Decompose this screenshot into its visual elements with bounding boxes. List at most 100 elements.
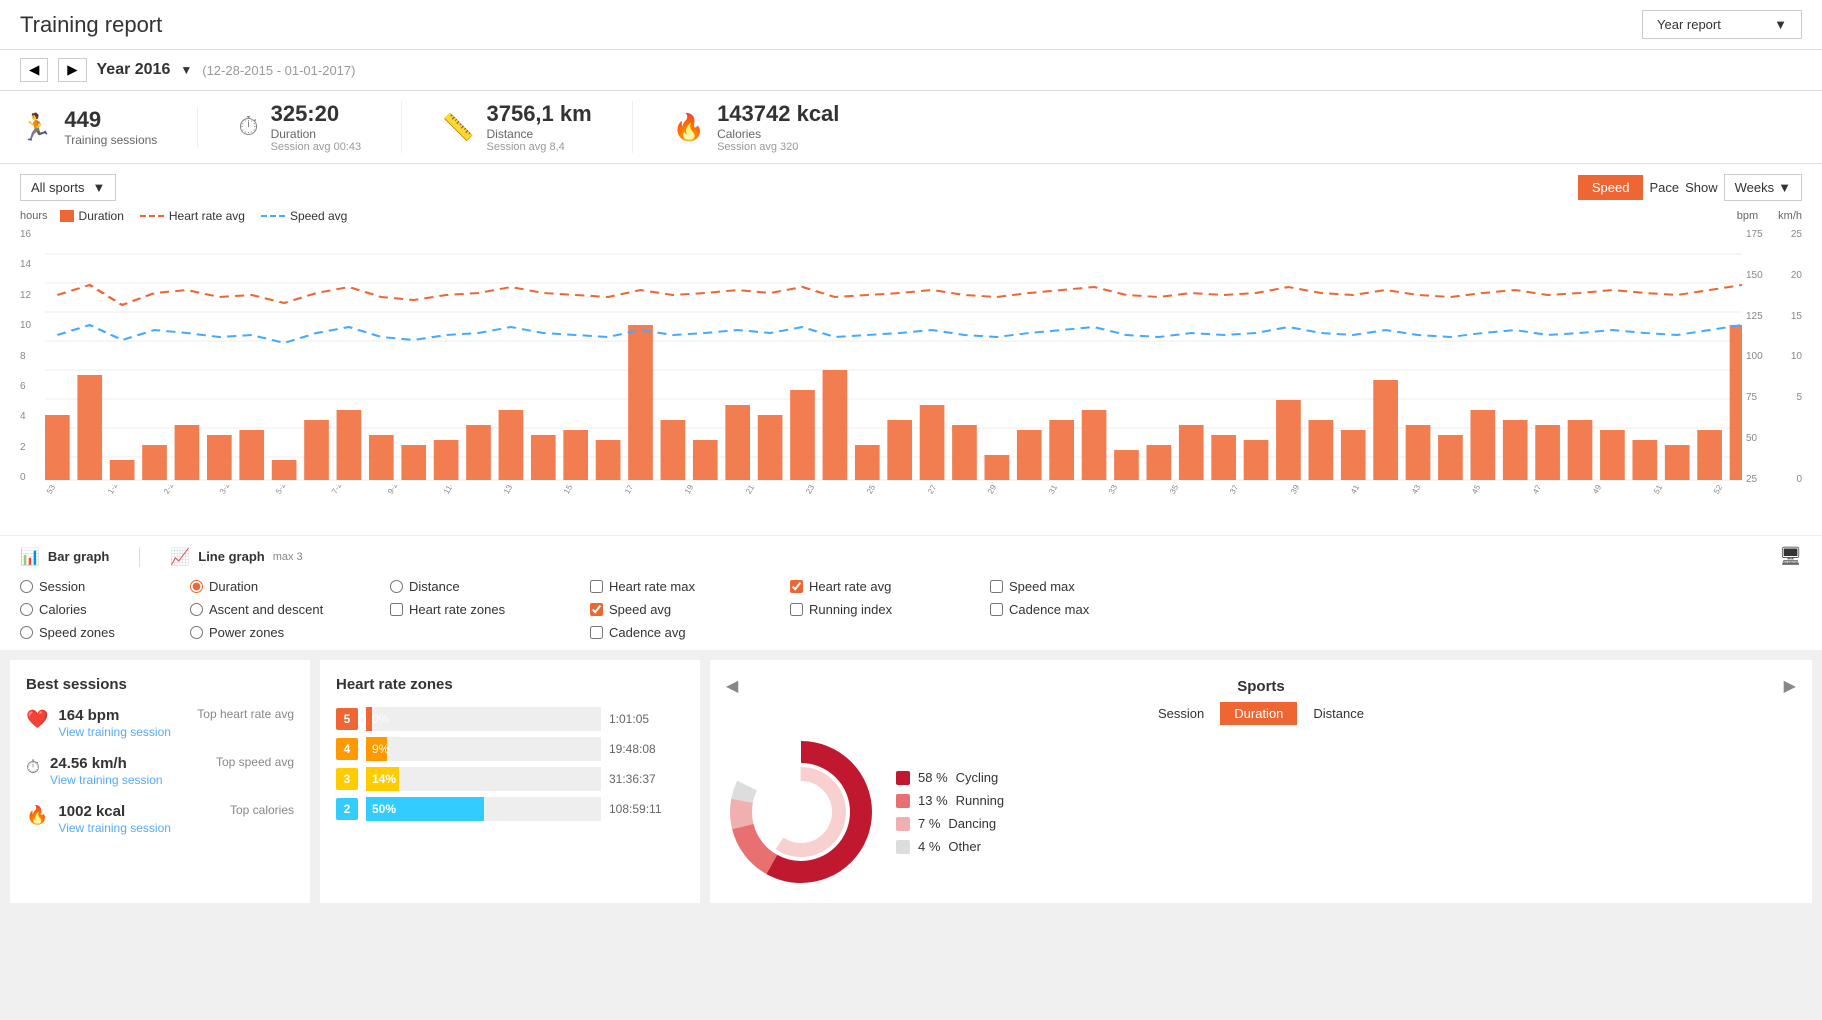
dancing-pct: 7 % bbox=[918, 816, 940, 831]
heart-zones-panel: Heart rate zones 5 0% 1:01:05 4 9% 19:48… bbox=[320, 660, 700, 903]
other-color-icon bbox=[896, 840, 910, 854]
distance-icon: 📏 bbox=[442, 112, 474, 143]
dancing-label: Dancing bbox=[948, 816, 996, 831]
chart-controls: All sports ▼ Speed Pace Show Weeks ▼ bbox=[20, 174, 1802, 201]
sports-filter-arrow-icon: ▼ bbox=[92, 180, 105, 195]
year-label[interactable]: Year 2016 bbox=[97, 61, 171, 79]
sports-legend: 58 % Cycling 13 % Running 7 % Dancing 4 … bbox=[896, 770, 1004, 854]
option-power-zones[interactable]: Power zones bbox=[190, 625, 390, 640]
dropdown-caret-icon: ▼ bbox=[180, 63, 192, 77]
sports-tab-duration[interactable]: Duration bbox=[1220, 702, 1297, 725]
sports-tab-distance[interactable]: Distance bbox=[1299, 702, 1378, 725]
session-2-value: 1002 kcal bbox=[58, 803, 220, 820]
option-calories[interactable]: Calories bbox=[20, 602, 190, 617]
donut-chart bbox=[726, 737, 876, 887]
other-pct: 4 % bbox=[918, 839, 940, 854]
session-1-label: Top speed avg bbox=[216, 755, 294, 769]
sports-tabs: Session Duration Distance bbox=[726, 702, 1796, 725]
zone-3-badge: 3 bbox=[336, 768, 358, 790]
zone-row-2: 2 50% 108:59:11 bbox=[336, 797, 684, 821]
page-title: Training report bbox=[20, 12, 162, 38]
cycling-pct: 58 % bbox=[918, 770, 948, 785]
zone-2-badge: 2 bbox=[336, 798, 358, 820]
bar-graph-icon: 📊 bbox=[20, 547, 40, 567]
distance-label: Distance bbox=[486, 127, 591, 141]
distance-sub: Session avg 8,4 bbox=[486, 141, 591, 153]
line-graph-label: Line graph bbox=[198, 549, 264, 564]
session-item-2: 🔥 1002 kcal View training session Top ca… bbox=[26, 803, 294, 835]
option-ascent[interactable]: Ascent and descent bbox=[190, 602, 390, 617]
option-speed-max[interactable]: Speed max bbox=[990, 579, 1190, 594]
prev-year-button[interactable]: ◀ bbox=[20, 58, 48, 82]
sports-prev-button[interactable]: ◀ bbox=[726, 676, 738, 696]
option-cadence-max[interactable]: Cadence max bbox=[990, 602, 1190, 617]
sports-filter-dropdown[interactable]: All sports ▼ bbox=[20, 174, 116, 201]
option-duration[interactable]: Duration bbox=[190, 579, 390, 594]
option-hr-zones[interactable]: Heart rate zones bbox=[390, 602, 590, 617]
weeks-arrow-icon: ▼ bbox=[1778, 180, 1791, 195]
weeks-label: Weeks bbox=[1735, 180, 1775, 195]
next-year-button[interactable]: ▶ bbox=[58, 58, 86, 82]
x-axis-labels: 53-2015 1-2016 2-2016 3-2016 5-2016 7-20… bbox=[45, 485, 1742, 535]
session-item-0: ❤️ 164 bpm View training session Top hea… bbox=[26, 707, 294, 739]
bar-graph-type: 📊 Bar graph bbox=[20, 547, 109, 567]
export-icon[interactable]: 🖥 bbox=[1779, 546, 1802, 566]
cycling-label: Cycling bbox=[956, 770, 999, 785]
dropdown-arrow-icon: ▼ bbox=[1774, 17, 1787, 32]
sports-next-button[interactable]: ▶ bbox=[1784, 676, 1796, 696]
option-speed-avg[interactable]: Speed avg bbox=[590, 602, 790, 617]
session-0-label: Top heart rate avg bbox=[197, 707, 294, 721]
other-label: Other bbox=[948, 839, 981, 854]
best-sessions-panel: Best sessions ❤️ 164 bpm View training s… bbox=[10, 660, 310, 903]
session-2-link[interactable]: View training session bbox=[58, 821, 171, 835]
session-item-1: ⏱ 24.56 km/h View training session Top s… bbox=[26, 755, 294, 787]
divider-icon bbox=[139, 547, 140, 567]
heart-icon: ❤️ bbox=[26, 709, 48, 730]
chart-canvas-wrapper: 0246810121416 bbox=[20, 225, 1802, 485]
line-graph-icon: 📈 bbox=[170, 547, 190, 567]
stats-bar: 🏃 449 Training sessions ⏱ 325:20 Duratio… bbox=[0, 91, 1822, 164]
zone-5-bar: 0% bbox=[366, 707, 372, 731]
heart-zones-title: Heart rate zones bbox=[336, 676, 684, 693]
running-pct: 13 % bbox=[918, 793, 948, 808]
legend-cycling: 58 % Cycling bbox=[896, 770, 1004, 785]
show-button[interactable]: Show bbox=[1685, 180, 1718, 195]
zone-4-bar: 9% bbox=[366, 737, 387, 761]
hr-avg-line-icon bbox=[140, 215, 164, 217]
sessions-value: 449 bbox=[64, 107, 157, 133]
speed-button[interactable]: Speed bbox=[1578, 175, 1644, 200]
sports-filter-label: All sports bbox=[31, 180, 84, 195]
sports-title: Sports bbox=[1237, 678, 1285, 695]
zone-2-time: 108:59:11 bbox=[609, 802, 684, 816]
option-speed-zones[interactable]: Speed zones bbox=[20, 625, 190, 640]
cycling-color-icon bbox=[896, 771, 910, 785]
y-axis-right: 17525 15020 12515 10010 755 50 250 bbox=[1742, 225, 1802, 485]
year-report-dropdown[interactable]: Year report ▼ bbox=[1642, 10, 1802, 39]
sports-content: 58 % Cycling 13 % Running 7 % Dancing 4 … bbox=[726, 737, 1796, 887]
top-bar: Training report Year report ▼ bbox=[0, 0, 1822, 50]
session-0-link[interactable]: View training session bbox=[58, 725, 171, 739]
option-hr-max[interactable]: Heart rate max bbox=[590, 579, 790, 594]
zone-row-5: 5 0% 1:01:05 bbox=[336, 707, 684, 731]
session-2-label: Top calories bbox=[230, 803, 294, 817]
running-label: Running bbox=[956, 793, 1004, 808]
flame-icon: 🔥 bbox=[26, 805, 48, 826]
option-distance[interactable]: Distance bbox=[390, 579, 590, 594]
option-session[interactable]: Session bbox=[20, 579, 190, 594]
calories-icon: 🔥 bbox=[673, 112, 705, 143]
sports-tab-session[interactable]: Session bbox=[1144, 702, 1218, 725]
graph-options-section: 📊 Bar graph 📈 Line graph max 3 🖥 Session… bbox=[0, 535, 1822, 650]
duration-value: 325:20 bbox=[271, 101, 362, 127]
session-1-link[interactable]: View training session bbox=[50, 773, 163, 787]
legend-dancing: 7 % Dancing bbox=[896, 816, 1004, 831]
option-cadence-avg[interactable]: Cadence avg bbox=[590, 625, 790, 640]
calories-label: Calories bbox=[717, 127, 839, 141]
weeks-dropdown[interactable]: Weeks ▼ bbox=[1724, 174, 1802, 201]
session-1-value: 24.56 km/h bbox=[50, 755, 206, 772]
pace-button[interactable]: Pace bbox=[1649, 180, 1679, 195]
zone-2-bar: 50% bbox=[366, 797, 484, 821]
dancing-color-icon bbox=[896, 817, 910, 831]
hours-label: hours bbox=[20, 210, 48, 222]
option-running-index[interactable]: Running index bbox=[790, 602, 990, 617]
option-hr-avg[interactable]: Heart rate avg bbox=[790, 579, 990, 594]
